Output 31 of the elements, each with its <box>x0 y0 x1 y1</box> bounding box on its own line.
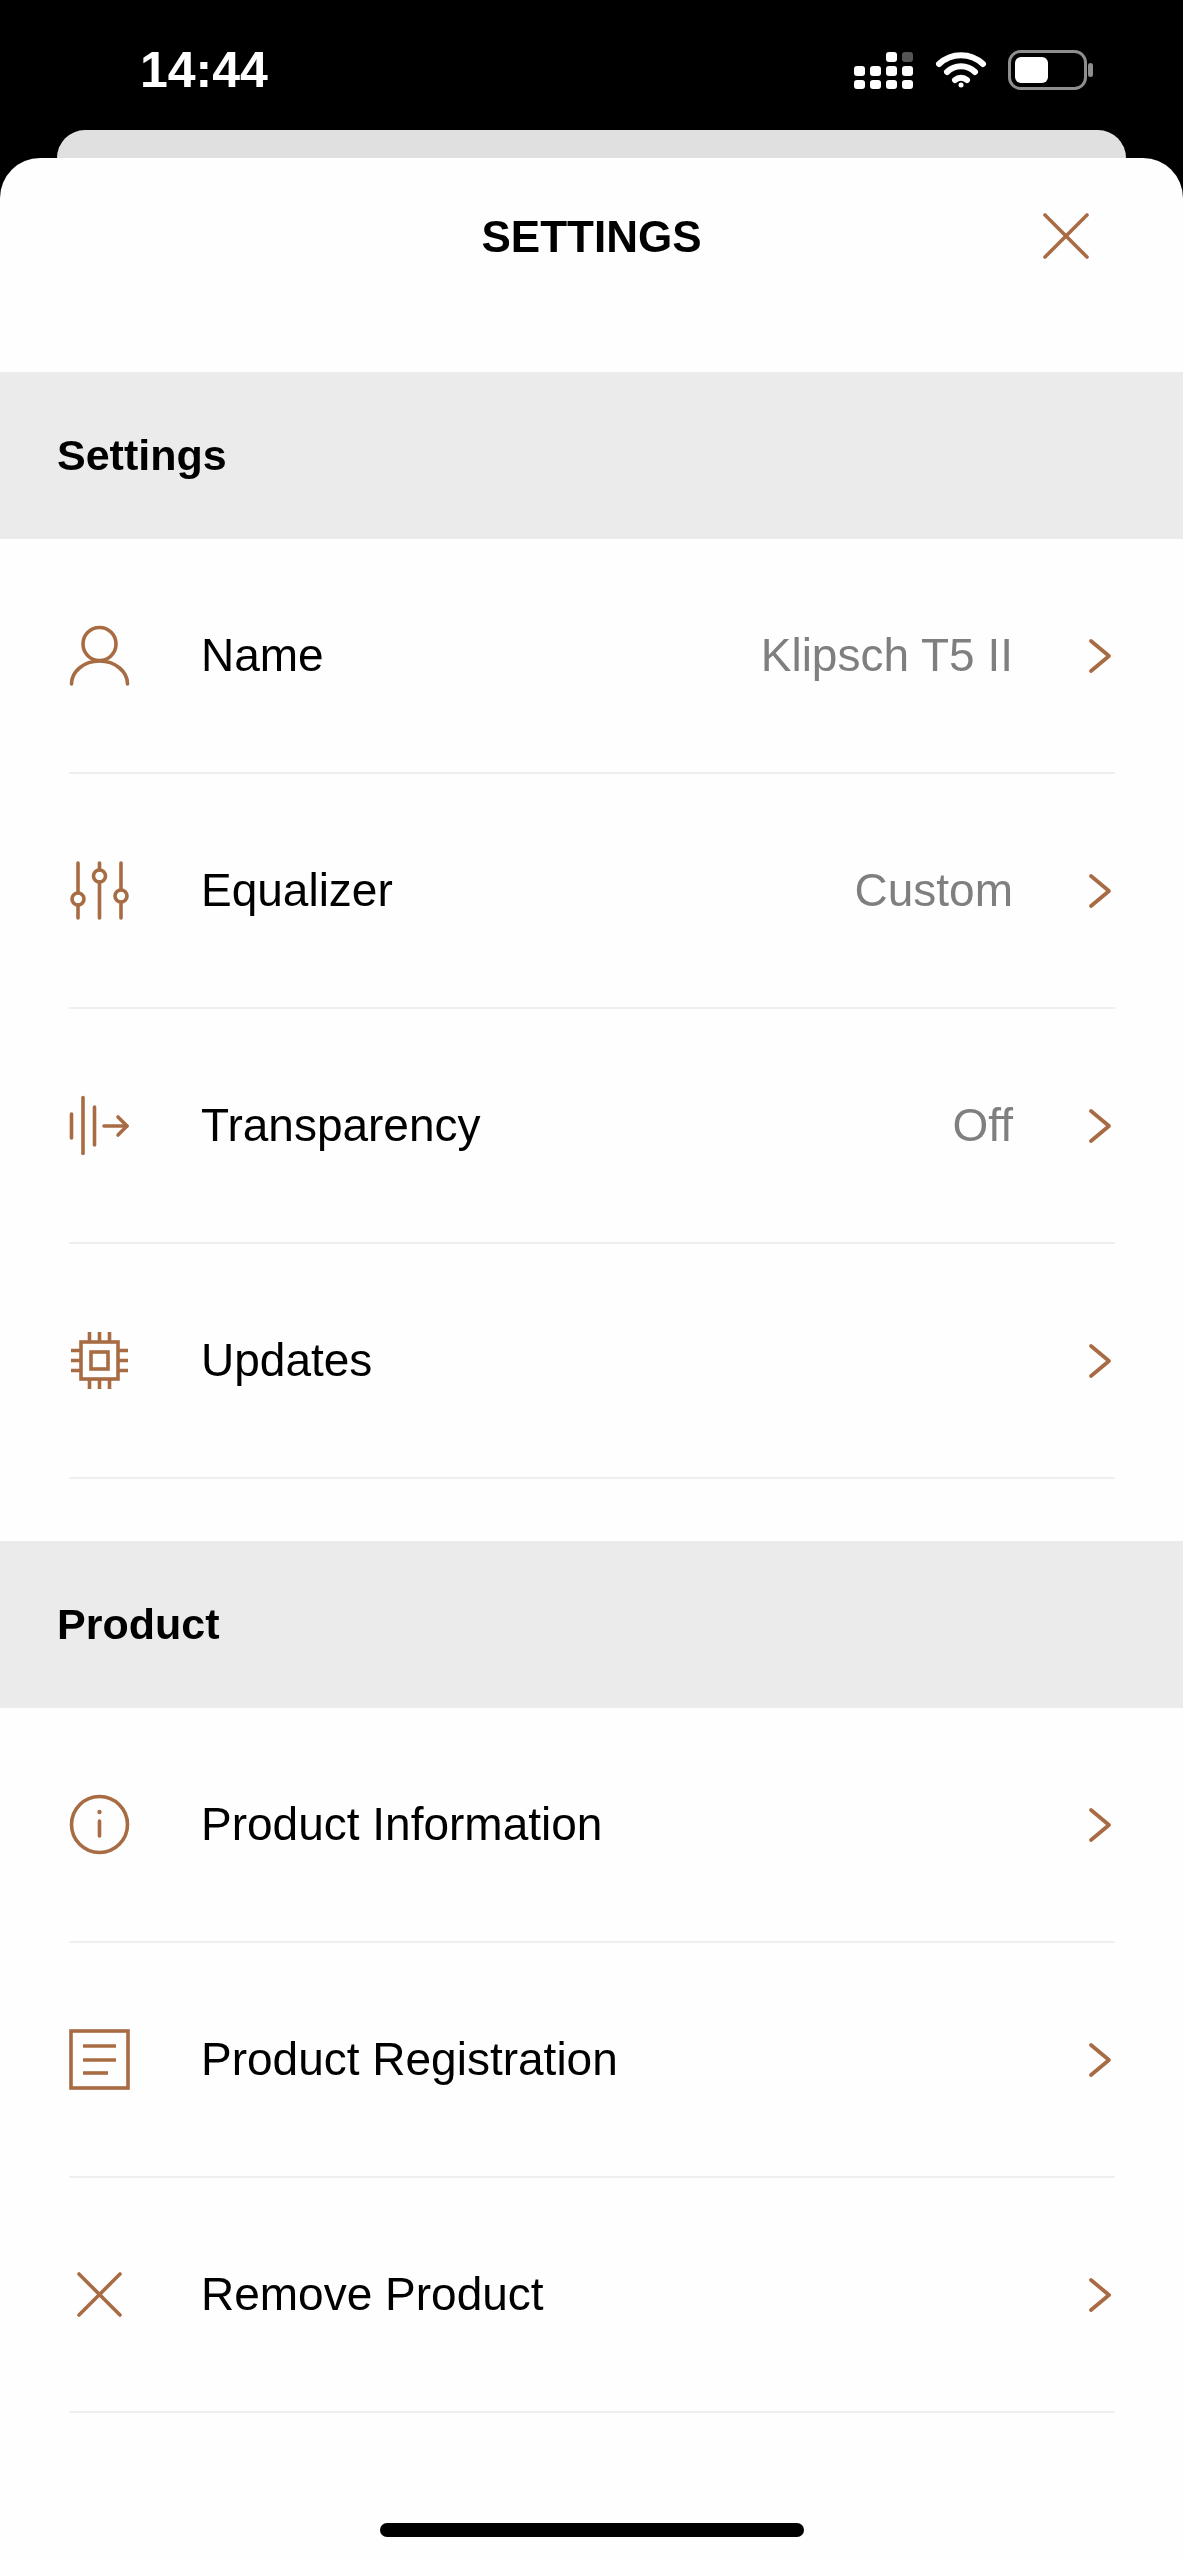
setting-label[interactable]: Remove Product <box>201 2265 544 2324</box>
chip-icon <box>69 1330 130 1391</box>
setting-label[interactable]: Transparency <box>201 1096 481 1155</box>
setting-label[interactable]: Product Information <box>201 1795 603 1854</box>
close-icon <box>1043 213 1089 259</box>
chevron-icon[interactable] <box>1088 2041 1112 2078</box>
setting-value: Klipsch T5 II <box>760 627 1013 683</box>
section-title: Product <box>57 1603 220 1646</box>
chevron-icon[interactable] <box>1088 1806 1112 1843</box>
info-icon <box>69 1794 130 1855</box>
setting-label[interactable]: Name <box>201 626 324 685</box>
setting-value: Custom <box>854 862 1013 918</box>
sliders-icon <box>69 860 130 921</box>
setting-label[interactable]: Updates <box>201 1331 373 1390</box>
signal-icon <box>854 50 914 90</box>
chevron-icon[interactable] <box>1088 872 1112 909</box>
battery-icon <box>1008 50 1094 90</box>
setting-label[interactable]: Product Registration <box>201 2030 618 2089</box>
status-time: 14:44 <box>140 45 268 95</box>
section-title: Settings <box>57 434 227 477</box>
person-icon <box>69 625 130 686</box>
chevron-icon[interactable] <box>1088 1107 1112 1144</box>
close-button[interactable] <box>1043 213 1089 259</box>
chevron-icon[interactable] <box>1088 637 1112 674</box>
chevron-icon[interactable] <box>1088 1342 1112 1379</box>
wifi-icon <box>935 51 987 89</box>
sheet-title: SETTINGS <box>481 211 702 263</box>
chevron-icon[interactable] <box>1088 2276 1112 2313</box>
setting-value: Off <box>952 1097 1013 1153</box>
setting-label[interactable]: Equalizer <box>201 861 393 920</box>
document-icon <box>69 2029 130 2090</box>
